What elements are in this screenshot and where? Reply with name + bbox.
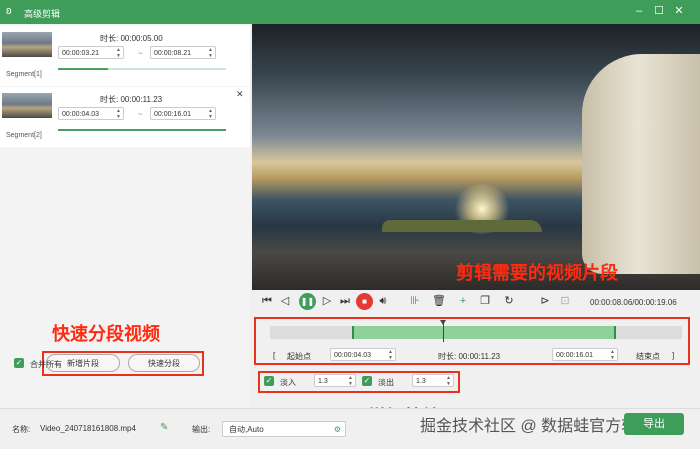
skip-to-start-icon[interactable]: ⏮ — [260, 295, 274, 308]
segment-progress — [58, 129, 226, 131]
segment-name: Segment[2] — [6, 132, 42, 139]
file-name: Video_240718161808.mp4 — [40, 424, 136, 433]
output-label: 输出: — [192, 425, 211, 434]
annotation-video: 剪辑需要的视频片段 — [456, 263, 618, 283]
segment-start-input[interactable]: 00:00:04.03 ▲ ▼ — [58, 107, 124, 120]
segment-progress-fill — [58, 129, 226, 131]
export-button[interactable]: 导出 — [624, 413, 684, 435]
segment-panel: Segment[1] 时长: 00:00:05.00 00:00:03.21 ▲ ▼… — [0, 24, 250, 408]
reset-icon[interactable]: ↻ — [502, 295, 516, 308]
fade-in-checkbox[interactable]: ✓ — [264, 376, 274, 386]
mark-out-icon[interactable]: ⊡ — [558, 295, 572, 308]
annotation-split: 快速分段视频 — [52, 324, 160, 344]
minimize-icon[interactable]: – — [632, 4, 646, 18]
range-start-input[interactable]: 00:00:04.03 ▲ ▼ — [330, 348, 396, 361]
range-separator: ~ — [138, 49, 143, 58]
close-icon[interactable]: ✕ — [672, 4, 686, 18]
watermark: 掘金技术社区 @ 数据蛙官方软件 — [420, 418, 654, 435]
segment-thumbnail — [2, 93, 52, 118]
fade-out-checkbox[interactable]: ✓ — [362, 376, 372, 386]
fade-out-label: 淡出 — [378, 378, 394, 387]
close-segment-icon[interactable]: ✕ — [236, 89, 244, 100]
add-icon[interactable]: + — [456, 295, 470, 308]
window-title: 高级剪辑 — [24, 9, 61, 19]
segment-end-input[interactable]: 00:00:08.21 ▲ ▼ — [150, 46, 216, 59]
spinner-icon: ▲ ▼ — [208, 47, 213, 59]
selection-range[interactable] — [352, 326, 617, 339]
timecode: 00:00:08.06/00:00:19.06 — [590, 298, 677, 307]
step-forward-icon[interactable]: ▷ — [320, 295, 334, 308]
segment-name: Segment[1] — [6, 71, 42, 78]
segment-item[interactable]: Segment[1] 时长: 00:00:05.00 00:00:03.21 ▲ ▼… — [0, 26, 250, 86]
pause-button[interactable]: ❚❚ — [299, 293, 316, 310]
fade-in-input[interactable]: 1.3 ▲ ▼ — [314, 374, 356, 387]
output-select[interactable]: 自动,Auto ⚙ — [222, 421, 346, 437]
range-duration: 时长: 00:00:11.23 — [438, 352, 501, 361]
spinner-icon: ▲ ▼ — [208, 108, 213, 120]
range-end-input[interactable]: 00:00:16.01 ▲ ▼ — [552, 348, 618, 361]
fade-out-input[interactable]: 1.3 ▲ ▼ — [412, 374, 454, 387]
segment-end-input[interactable]: 00:00:16.01 ▲ ▼ — [150, 107, 216, 120]
range-separator: ~ — [138, 110, 143, 119]
range-open-bracket: [ — [273, 351, 276, 360]
spinner-icon: ▲ ▼ — [388, 349, 393, 361]
segment-item[interactable]: Segment[2] 时长: 00:00:11.23 ✕ 00:00:04.03… — [0, 87, 250, 147]
spinner-icon: ▲ ▼ — [116, 108, 121, 120]
spinner-icon: ▲ ▼ — [348, 375, 353, 387]
settings-icon: ⚙ — [333, 425, 341, 434]
segment-progress — [58, 68, 226, 70]
video-preview[interactable] — [252, 24, 700, 290]
mark-in-icon[interactable]: ⊳ — [538, 295, 552, 308]
start-point-label[interactable]: 起始点 — [287, 351, 311, 362]
stop-button[interactable]: ■ — [356, 293, 373, 310]
fade-in-label: 淡入 — [280, 378, 296, 387]
step-back-icon[interactable]: ◁ — [278, 295, 292, 308]
merge-all-label: 合并所有 — [30, 360, 62, 369]
chalk-cliff — [582, 54, 700, 274]
spinner-icon: ▲ ▼ — [446, 375, 451, 387]
range-close-bracket: ] — [672, 351, 675, 360]
playhead[interactable] — [440, 320, 447, 342]
delete-icon[interactable]: 🗑︎ — [432, 295, 446, 308]
segment-thumbnail — [2, 32, 52, 57]
title-bar: ʚ 高级剪辑 – ☐ ✕ — [0, 0, 700, 24]
segment-progress-fill — [58, 68, 109, 70]
merge-all-checkbox[interactable]: ✓ — [14, 358, 24, 368]
edit-icon[interactable]: ✎ — [160, 422, 168, 433]
split-icon[interactable]: ⊪ — [408, 295, 422, 308]
segment-duration: 时长: 00:00:05.00 — [100, 34, 163, 43]
spinner-icon: ▲ ▼ — [610, 349, 615, 361]
segment-duration: 时长: 00:00:11.23 — [100, 95, 163, 104]
end-point-label[interactable]: 结束点 — [636, 351, 660, 362]
headland — [382, 220, 542, 232]
playback-controls: ⏮ ◁ ❚❚ ▷ ⏭ ■ 🔊︎ ⊪ 🗑︎ + ❐ ↻ ⊳ ⊡ 00:00:08.… — [252, 291, 700, 313]
volume-icon[interactable]: 🔊︎ — [376, 295, 390, 308]
copy-icon[interactable]: ❐ — [478, 295, 492, 308]
timeline-track[interactable] — [270, 326, 682, 339]
skip-to-end-icon[interactable]: ⏭ — [338, 295, 352, 308]
spinner-icon: ▲ ▼ — [116, 47, 121, 59]
segment-start-input[interactable]: 00:00:03.21 ▲ ▼ — [58, 46, 124, 59]
name-label: 名称: — [12, 425, 31, 434]
quick-split-button[interactable]: 快速分段 — [128, 354, 200, 372]
bunny-logo-icon: ʚ — [6, 5, 12, 17]
maximize-icon[interactable]: ☐ — [652, 4, 666, 18]
